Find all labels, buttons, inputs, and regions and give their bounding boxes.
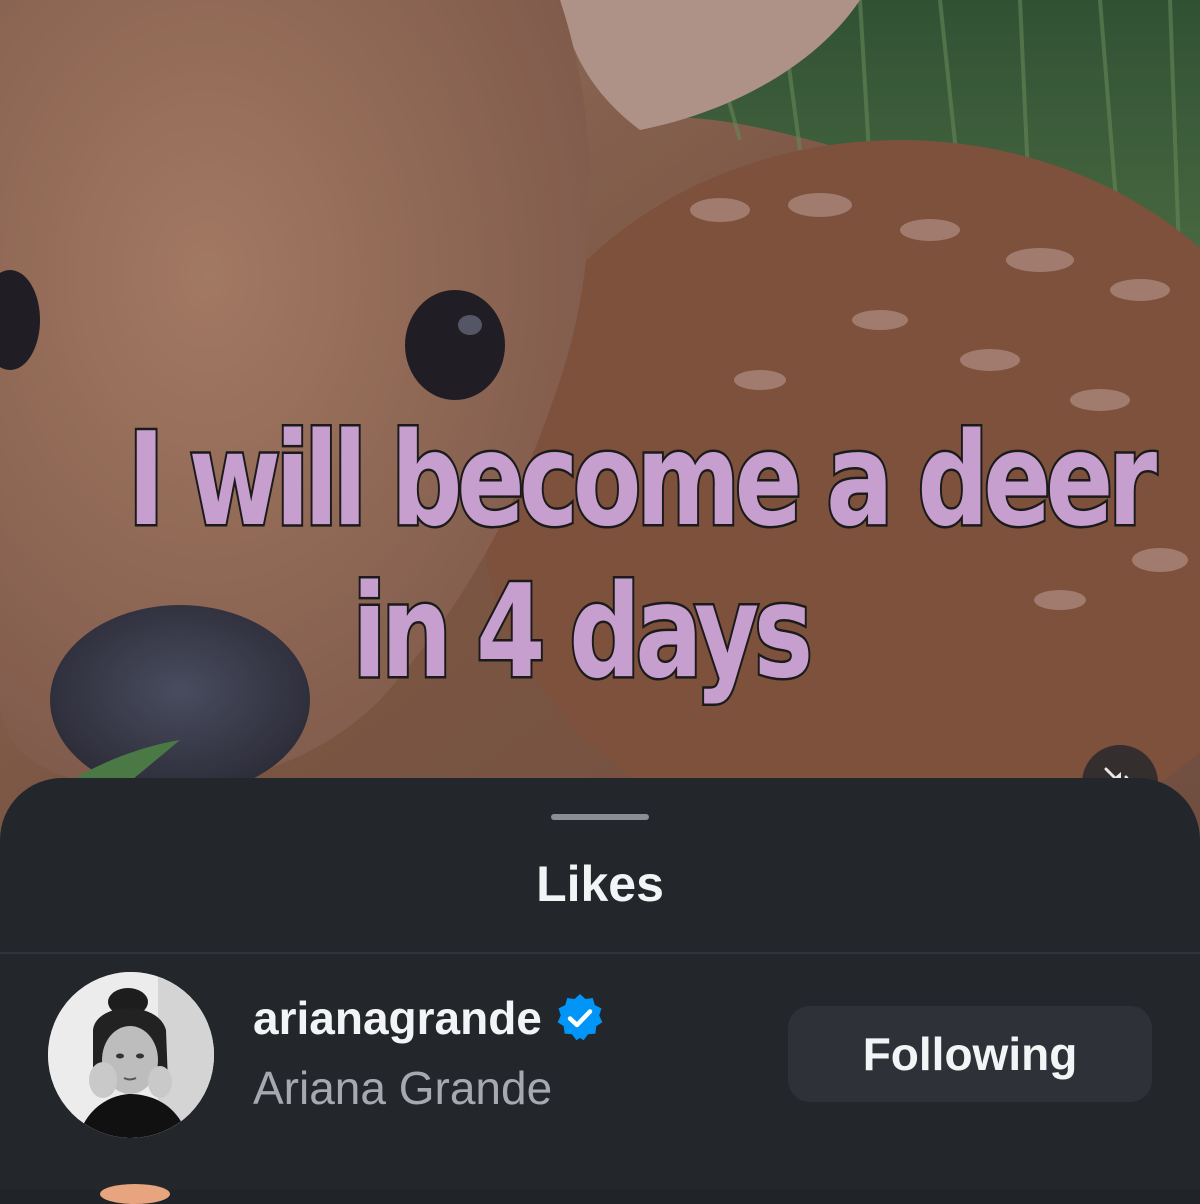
- avatar[interactable]: [100, 1184, 170, 1204]
- divider: [0, 952, 1200, 954]
- overlay-caption-line-1: I will become a deer: [126, 404, 1159, 558]
- username[interactable]: arianagrande: [253, 988, 542, 1048]
- username-line: arianagrande: [253, 988, 606, 1048]
- sheet-title: Likes: [536, 856, 664, 912]
- following-button[interactable]: Following: [788, 1006, 1152, 1102]
- post-image[interactable]: I will become a deer in 4 days: [0, 0, 1200, 860]
- likes-sheet: Likes arianagrande Ariana Grande Followi…: [0, 778, 1200, 1190]
- full-name: Ariana Grande: [253, 1062, 553, 1114]
- avatar[interactable]: [48, 972, 214, 1138]
- overlay-caption-line-2: in 4 days: [350, 556, 815, 710]
- liker-row[interactable]: arianagrande Ariana Grande Following: [0, 968, 1200, 1138]
- sheet-drag-handle[interactable]: [551, 814, 649, 820]
- post-overlay-caption: I will become a deer in 4 days: [126, 404, 1159, 710]
- verified-badge-icon: [557, 994, 603, 1041]
